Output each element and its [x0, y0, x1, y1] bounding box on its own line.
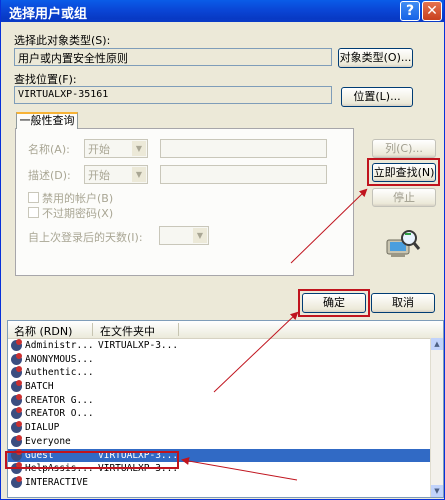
arrow-to-guest	[181, 457, 298, 481]
arrow-to-ok	[213, 311, 299, 393]
arrow-to-find-now	[290, 188, 368, 264]
select-users-dialog: 选择用户或组 ? ✕ 选择此对象类型(S): 用户或内置安全性原则 对象类型(O…	[0, 0, 445, 500]
annotation-arrows	[181, 188, 368, 481]
